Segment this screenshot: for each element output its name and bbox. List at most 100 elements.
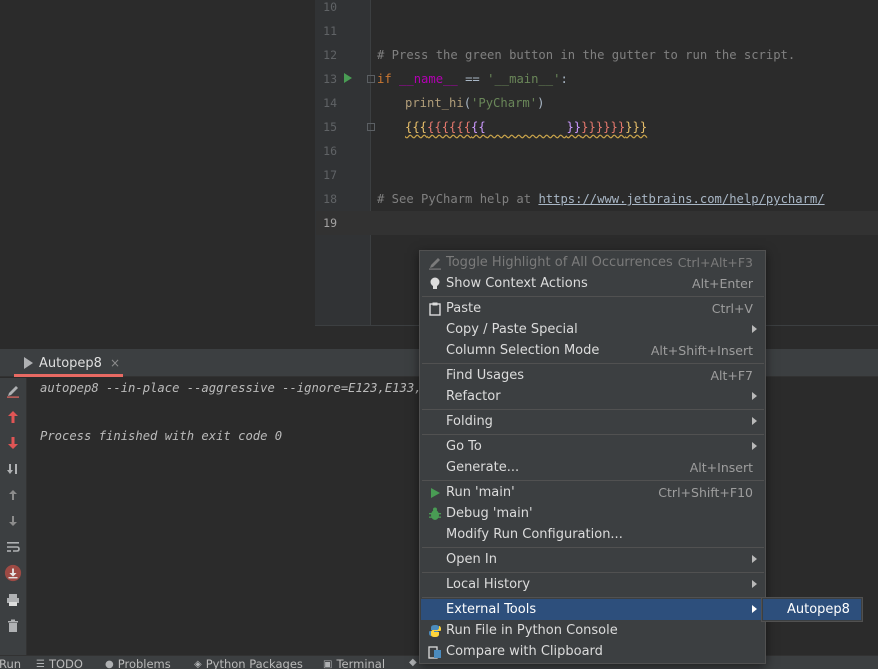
scroll-to-end-icon[interactable] bbox=[4, 564, 22, 582]
submenu-arrow-icon bbox=[752, 325, 757, 333]
menu-item-label: Modify Run Configuration... bbox=[446, 527, 623, 542]
menu-item-label: Folding bbox=[446, 414, 493, 429]
close-icon[interactable]: × bbox=[110, 356, 120, 370]
compare-clipboard-icon bbox=[427, 644, 443, 660]
run-tab-autopep8[interactable]: Autopep8 × bbox=[14, 350, 130, 376]
menu-item-run-file-in-python-console[interactable]: Run File in Python Console bbox=[421, 620, 765, 641]
menu-item-label: Paste bbox=[446, 301, 482, 316]
fold-marker-icon[interactable] bbox=[367, 75, 375, 83]
line-number-current: 19 bbox=[323, 216, 337, 230]
menu-item-label: Run 'main' bbox=[446, 485, 515, 500]
toolwindow-python-packages[interactable]: ◈ Python Packages bbox=[194, 657, 303, 669]
run-icon bbox=[427, 485, 443, 501]
code-line-13: if __name__ == '__main__': bbox=[377, 67, 568, 91]
menu-item-generate[interactable]: Generate... Alt+Insert bbox=[421, 457, 765, 478]
caret-row-highlight bbox=[316, 211, 878, 235]
toolwindow-todo[interactable]: ☰ TODO bbox=[36, 657, 83, 669]
menu-item-find-usages[interactable]: Find Usages Alt+F7 bbox=[421, 365, 765, 386]
menu-item-show-context-actions[interactable]: Show Context Actions Alt+Enter bbox=[421, 273, 765, 294]
brace-group: }}} bbox=[625, 120, 648, 134]
soft-wrap-icon[interactable] bbox=[4, 538, 22, 556]
string-literal: 'PyCharm' bbox=[471, 96, 538, 110]
paren: ( bbox=[463, 96, 472, 110]
editor-context-menu: Toggle Highlight of All Occurrences Ctrl… bbox=[419, 250, 766, 664]
console-command-line: autopep8 --in-place --aggressive --ignor… bbox=[40, 381, 437, 395]
menu-separator bbox=[422, 572, 764, 573]
menu-item-folding[interactable]: Folding bbox=[421, 411, 765, 432]
line-number: 15 bbox=[323, 120, 337, 134]
menu-item-column-selection-mode[interactable]: Column Selection Mode Alt+Shift+Insert bbox=[421, 340, 765, 361]
brace-group: {{{{{{ bbox=[427, 120, 472, 134]
menu-item-run-main[interactable]: Run 'main' Ctrl+Shift+F10 bbox=[421, 482, 765, 503]
stop-down-icon[interactable] bbox=[4, 434, 22, 452]
toolwindow-run[interactable]: Run bbox=[0, 657, 21, 669]
highlighter-icon bbox=[427, 255, 443, 271]
submenu-arrow-icon bbox=[752, 417, 757, 425]
fold-marker-icon[interactable] bbox=[367, 123, 375, 131]
menu-item-shortcut: Alt+Shift+Insert bbox=[650, 343, 753, 358]
run-gutter-icon[interactable] bbox=[344, 73, 352, 83]
menu-item-label: Run File in Python Console bbox=[446, 623, 618, 638]
menu-item-label: Compare with Clipboard bbox=[446, 644, 603, 659]
toolwindow-problems[interactable]: ● Problems bbox=[105, 657, 171, 669]
toolwindow-problems-label: Problems bbox=[117, 657, 171, 669]
menu-item-shortcut: Ctrl+Shift+F10 bbox=[658, 485, 753, 500]
keyword: if bbox=[377, 72, 392, 86]
lightbulb-icon bbox=[427, 276, 443, 292]
submenu-arrow-icon bbox=[752, 580, 757, 588]
menu-separator bbox=[422, 363, 764, 364]
menu-item-external-tools[interactable]: External Tools bbox=[421, 599, 765, 620]
sort-down-icon[interactable] bbox=[4, 460, 22, 478]
menu-item-shortcut: Ctrl+Alt+F3 bbox=[677, 255, 753, 270]
menu-item-open-in[interactable]: Open In bbox=[421, 549, 765, 570]
menu-item-compare-with-clipboard[interactable]: Compare with Clipboard bbox=[421, 641, 765, 662]
brace-group: }} bbox=[566, 120, 582, 134]
menu-item-toggle-highlight[interactable]: Toggle Highlight of All Occurrences Ctrl… bbox=[421, 252, 765, 273]
menu-item-go-to[interactable]: Go To bbox=[421, 436, 765, 457]
help-link[interactable]: https://www.jetbrains.com/help/pycharm/ bbox=[538, 192, 824, 206]
code-line-12: # Press the green button in the gutter t… bbox=[377, 48, 796, 62]
arrow-up-icon[interactable] bbox=[4, 486, 22, 504]
menu-item-shortcut: Ctrl+V bbox=[711, 301, 753, 316]
menu-separator bbox=[422, 597, 764, 598]
rerun-up-icon[interactable] bbox=[4, 408, 22, 426]
run-tab-label: Autopep8 bbox=[39, 355, 102, 371]
editor-left-area bbox=[0, 0, 315, 326]
toolwindow-python-packages-label: Python Packages bbox=[205, 657, 303, 669]
brace-group: {{{ bbox=[405, 120, 428, 134]
menu-item-label: Toggle Highlight of All Occurrences bbox=[446, 255, 673, 270]
submenu-arrow-icon bbox=[752, 392, 757, 400]
menu-item-debug-main[interactable]: Debug 'main' bbox=[421, 503, 765, 524]
menu-item-label: Local History bbox=[446, 577, 531, 592]
submenu-item-autopep8[interactable]: Autopep8 bbox=[763, 599, 861, 620]
menu-item-label: Generate... bbox=[446, 460, 520, 475]
external-tools-submenu: Autopep8 bbox=[761, 597, 863, 622]
menu-item-modify-run-configuration[interactable]: Modify Run Configuration... bbox=[421, 524, 765, 545]
print-icon[interactable] bbox=[4, 591, 22, 609]
edit-configuration-icon[interactable] bbox=[4, 382, 22, 400]
colon: : bbox=[560, 72, 568, 86]
menu-item-label: Copy / Paste Special bbox=[446, 322, 578, 337]
menu-separator bbox=[422, 480, 764, 481]
bug-icon bbox=[427, 506, 443, 522]
arrow-down-icon[interactable] bbox=[4, 512, 22, 530]
trash-icon[interactable] bbox=[4, 617, 22, 635]
menu-item-refactor[interactable]: Refactor bbox=[421, 386, 765, 407]
function-call: print_hi bbox=[405, 96, 464, 110]
code-line-14: print_hi('PyCharm') bbox=[405, 91, 544, 115]
python-icon: ◆ bbox=[409, 657, 417, 668]
toolwindow-terminal[interactable]: ▣ Terminal bbox=[323, 657, 385, 669]
brace-group: {{ bbox=[471, 120, 486, 134]
menu-item-local-history[interactable]: Local History bbox=[421, 574, 765, 595]
menu-item-copy-paste-special[interactable]: Copy / Paste Special bbox=[421, 319, 765, 340]
menu-item-paste[interactable]: Paste Ctrl+V bbox=[421, 298, 765, 319]
menu-item-label: Show Context Actions bbox=[446, 276, 588, 291]
active-tab-underline bbox=[14, 374, 123, 377]
line-number: 18 bbox=[323, 192, 337, 206]
python-console-icon-partial[interactable]: ◆ bbox=[409, 657, 417, 668]
string-literal: '__main__' bbox=[487, 72, 561, 86]
menu-item-label: Column Selection Mode bbox=[446, 343, 600, 358]
code-line-15: {{{{{{{{{{{ }}}}}}}}}}} bbox=[405, 115, 647, 139]
console-exit-line: Process finished with exit code 0 bbox=[40, 429, 283, 443]
identifier: __name__ bbox=[399, 72, 458, 86]
